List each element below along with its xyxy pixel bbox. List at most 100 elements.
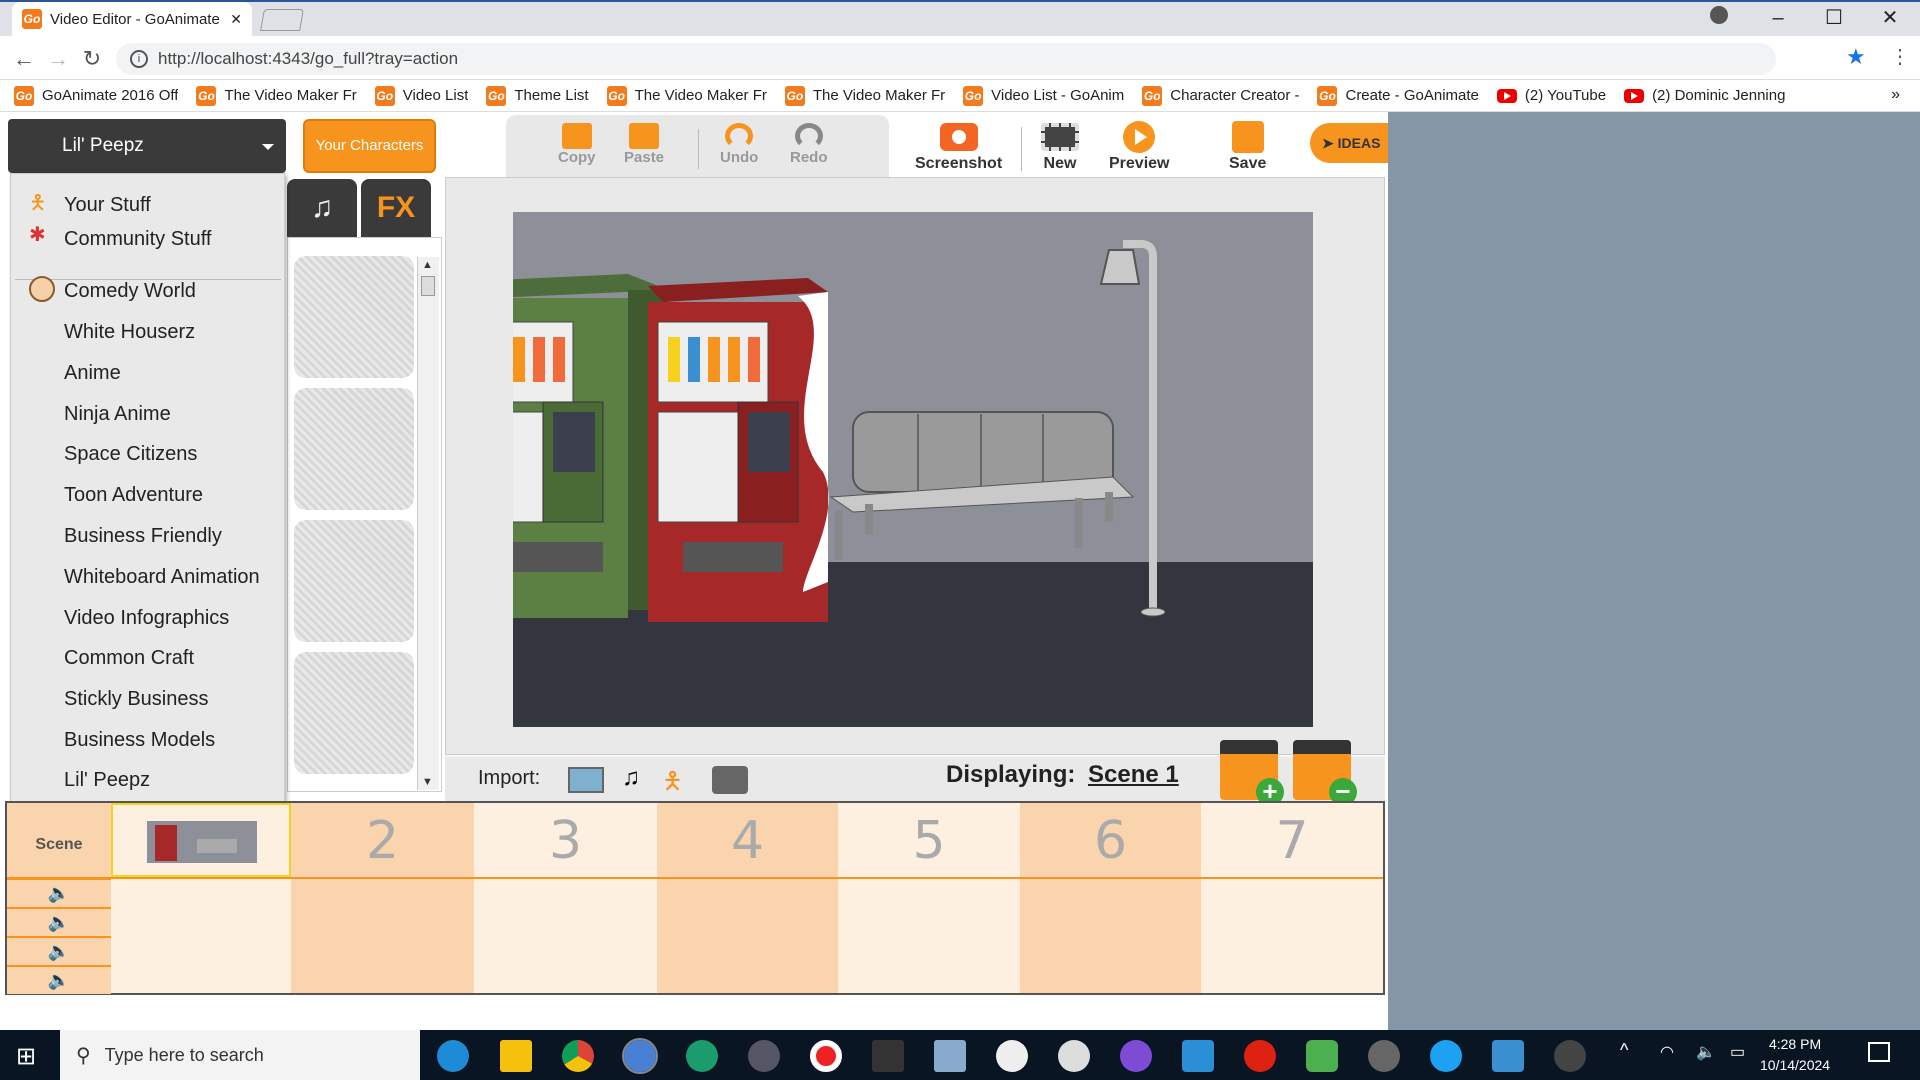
- menu-item-theme[interactable]: Anime: [64, 362, 121, 385]
- browser-tab[interactable]: Go Video Editor - GoAnimate ✕: [12, 2, 252, 36]
- import-character-icon[interactable]: 🯅: [662, 764, 683, 805]
- save-button[interactable]: Save: [1229, 121, 1266, 173]
- sound-track-icon[interactable]: 🔈: [7, 880, 111, 907]
- skype-icon[interactable]: [1430, 1040, 1462, 1072]
- timeline-scene-7[interactable]: 7: [1201, 803, 1383, 993]
- library-scrollbar[interactable]: ▲ ▼: [417, 257, 439, 790]
- photos-icon[interactable]: [1492, 1040, 1524, 1072]
- green-vending-machine[interactable]: [513, 274, 668, 618]
- bookmark-item[interactable]: Go Create - GoAnimate: [1317, 85, 1479, 106]
- forward-icon[interactable]: →: [44, 46, 72, 72]
- network-icon[interactable]: ◠: [1660, 1042, 1674, 1062]
- menu-item-theme[interactable]: White Houserz: [64, 321, 195, 344]
- menu-item-your-stuff[interactable]: Your Stuff: [64, 194, 151, 217]
- edge-icon[interactable]: [437, 1040, 469, 1072]
- library-thumbnail[interactable]: [294, 388, 414, 510]
- scrollbar-handle[interactable]: [421, 276, 435, 296]
- remove-scene-button[interactable]: −: [1293, 740, 1357, 806]
- settings-gear-icon[interactable]: [1058, 1040, 1090, 1072]
- fx-tab[interactable]: FX: [361, 179, 431, 237]
- github-icon[interactable]: [1120, 1040, 1152, 1072]
- menu-kebab-icon[interactable]: ⋮: [1890, 44, 1910, 69]
- add-scene-button[interactable]: +: [1220, 740, 1284, 806]
- timeline-scene-6[interactable]: 6: [1020, 803, 1201, 993]
- vscode-icon[interactable]: [1182, 1040, 1214, 1072]
- bookmark-item[interactable]: Go The Video Maker Fr: [196, 85, 357, 106]
- copy-button[interactable]: Copy: [558, 123, 596, 166]
- new-button[interactable]: New: [1041, 123, 1079, 173]
- scene-canvas[interactable]: [513, 212, 1313, 727]
- menu-item-theme[interactable]: Common Craft: [64, 647, 194, 670]
- close-window-button[interactable]: ✕: [1862, 4, 1918, 32]
- menu-item-theme[interactable]: Business Friendly: [64, 525, 222, 548]
- import-image-icon[interactable]: [568, 767, 604, 793]
- volume-icon[interactable]: 🔈: [1696, 1042, 1716, 1062]
- screenshot-button[interactable]: Screenshot: [915, 123, 1002, 173]
- timeline-scene-2[interactable]: 2: [291, 803, 474, 993]
- windows-start-icon[interactable]: ⊞: [16, 1042, 36, 1071]
- more-bookmarks-icon[interactable]: »: [1891, 86, 1900, 104]
- menu-item-theme[interactable]: Ninja Anime: [64, 403, 171, 426]
- timeline-scene-5[interactable]: 5: [838, 803, 1020, 993]
- terminal-icon[interactable]: [872, 1040, 904, 1072]
- bookmark-item[interactable]: Go GoAnimate 2016 Off: [14, 85, 178, 106]
- opera-icon[interactable]: [1244, 1040, 1276, 1072]
- edge-dev-icon[interactable]: [686, 1040, 718, 1072]
- current-scene-link[interactable]: Scene 1: [1088, 761, 1179, 789]
- menu-item-theme[interactable]: Stickly Business: [64, 688, 209, 711]
- menu-item-theme[interactable]: Comedy World: [64, 280, 196, 303]
- device-icon[interactable]: ▭: [1730, 1042, 1745, 1062]
- sound-track-icon[interactable]: 🔈: [7, 967, 111, 994]
- import-music-icon[interactable]: ♫: [622, 764, 640, 792]
- bookmark-item[interactable]: Go Theme List: [486, 85, 589, 106]
- bookmark-item[interactable]: (2) Dominic Jenning: [1624, 87, 1785, 104]
- profile-icon[interactable]: [1710, 6, 1728, 24]
- your-characters-button[interactable]: Your Characters: [303, 119, 436, 173]
- menu-item-community-stuff[interactable]: Community Stuff: [64, 228, 211, 251]
- ideas-button[interactable]: ➤ IDEAS: [1310, 123, 1388, 163]
- new-tab-button[interactable]: [260, 9, 304, 31]
- menu-item-theme[interactable]: Lil' Peepz: [64, 769, 150, 792]
- ff-app-icon[interactable]: [1554, 1040, 1586, 1072]
- sound-track-icon[interactable]: 🔈: [7, 909, 111, 936]
- timeline-scene-4[interactable]: 4: [657, 803, 838, 993]
- close-tab-icon[interactable]: ✕: [230, 11, 242, 28]
- url-field[interactable]: i http://localhost:4343/go_full?tray=act…: [116, 43, 1776, 75]
- menu-item-theme[interactable]: Business Models: [64, 729, 215, 752]
- bookmark-item[interactable]: Go Video List: [374, 85, 468, 106]
- scroll-up-icon[interactable]: ▲: [422, 259, 433, 271]
- taskbar-search-box[interactable]: ⚲ Type here to search: [60, 1030, 420, 1080]
- sound-track-icon[interactable]: 🔈: [7, 938, 111, 965]
- maximize-button[interactable]: ☐: [1806, 4, 1862, 32]
- scroll-down-icon[interactable]: ▼: [422, 776, 433, 788]
- bench[interactable]: [829, 411, 1135, 560]
- reload-icon[interactable]: ↻: [78, 46, 106, 72]
- bookmark-item[interactable]: Go Character Creator -: [1142, 85, 1299, 106]
- timeline-scene-1[interactable]: [111, 803, 291, 993]
- undo-button[interactable]: Undo: [720, 123, 758, 166]
- taskbar-clock[interactable]: 4:28 PM 10/14/2024: [1760, 1034, 1830, 1076]
- bookmark-star-icon[interactable]: ★: [1846, 44, 1866, 70]
- library-thumbnail[interactable]: [294, 520, 414, 642]
- music-tab[interactable]: ♫: [287, 179, 357, 237]
- back-icon[interactable]: ←: [10, 46, 38, 72]
- bookmark-item[interactable]: Go Video List - GoAnim: [963, 85, 1124, 106]
- menu-item-theme[interactable]: Whiteboard Animation: [64, 566, 260, 589]
- theme-selector-dropdown[interactable]: Lil' Peepz: [8, 119, 286, 173]
- chat-app-icon[interactable]: [1306, 1040, 1338, 1072]
- bookmark-item[interactable]: Go The Video Maker Fr: [784, 85, 945, 106]
- menu-item-theme[interactable]: Video Infographics: [64, 607, 229, 630]
- import-video-icon[interactable]: [712, 766, 748, 794]
- bookmark-item[interactable]: Go The Video Maker Fr: [606, 85, 767, 106]
- tray-chevron-icon[interactable]: ^: [1620, 1040, 1628, 1061]
- chrome-canary-icon[interactable]: [622, 1038, 658, 1074]
- preview-button[interactable]: Preview: [1109, 121, 1169, 173]
- file-explorer-icon[interactable]: [500, 1040, 532, 1072]
- media-player-icon[interactable]: [1368, 1040, 1400, 1072]
- red-vending-machine[interactable]: [648, 278, 829, 622]
- redo-button[interactable]: Redo: [790, 123, 828, 166]
- menu-item-theme[interactable]: Space Citizens: [64, 443, 197, 466]
- chrome-icon[interactable]: [562, 1040, 594, 1072]
- record-icon[interactable]: [810, 1040, 842, 1072]
- paste-button[interactable]: Paste: [624, 123, 664, 166]
